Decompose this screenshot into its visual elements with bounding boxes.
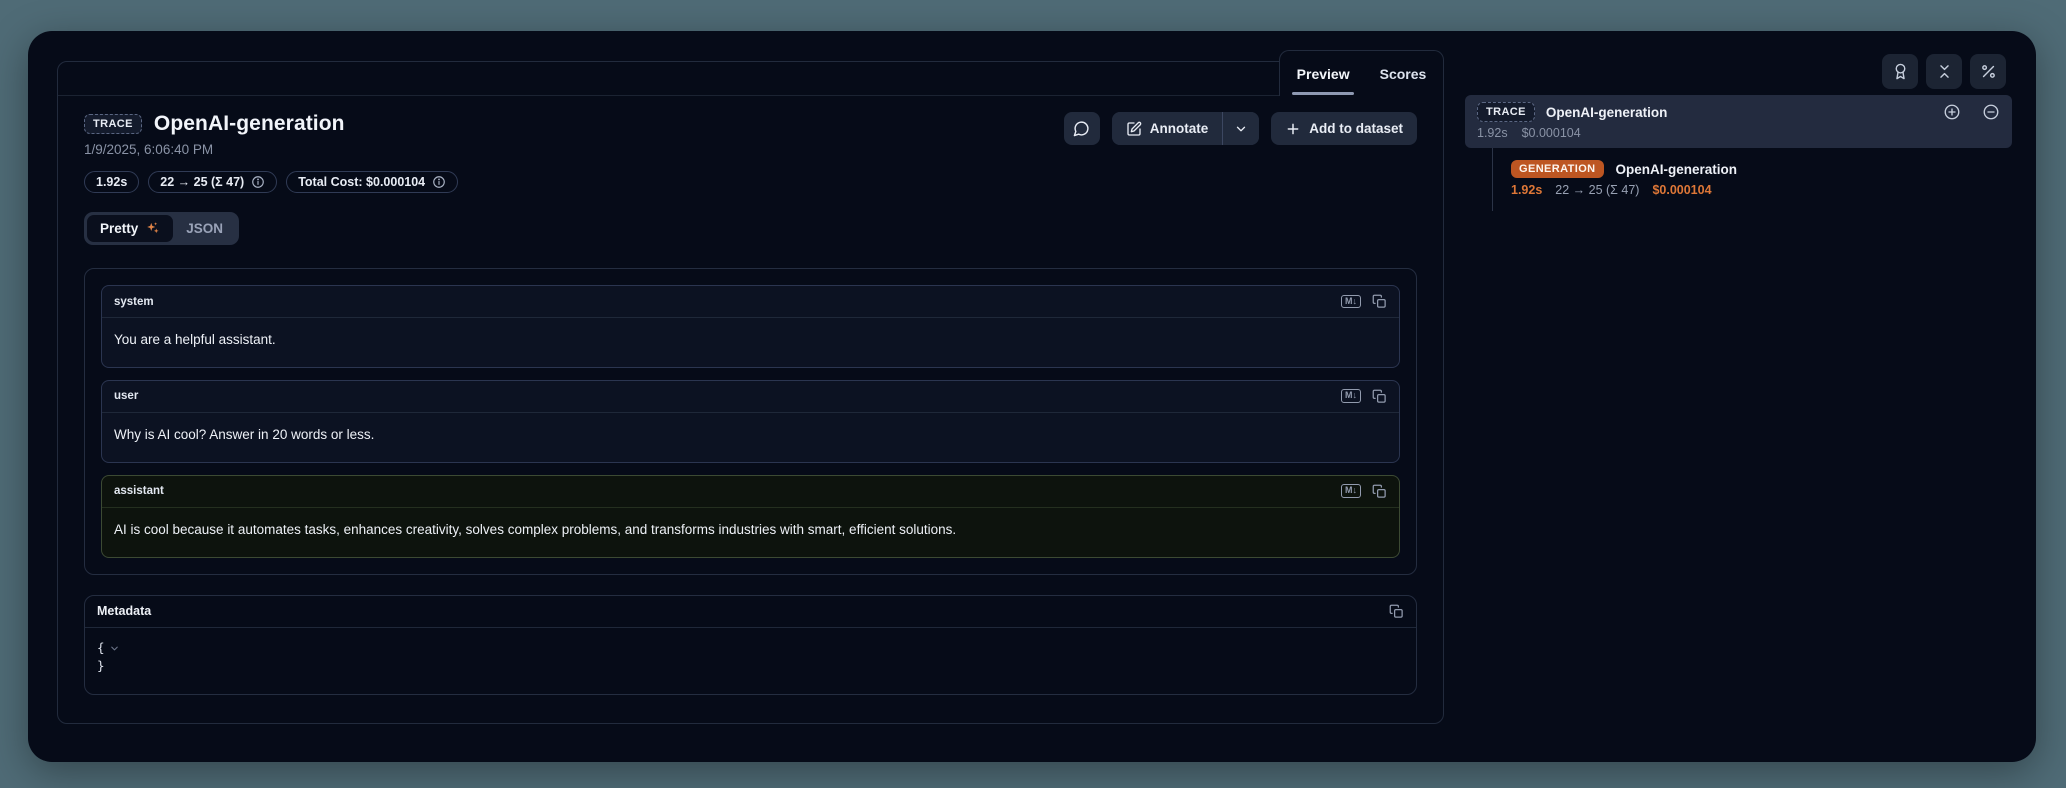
token-usage-badge: 22 → 25 (Σ 47) bbox=[148, 171, 277, 193]
tab-preview[interactable]: Preview bbox=[1297, 51, 1350, 96]
message-role-label: system bbox=[114, 296, 154, 308]
toggle-json[interactable]: JSON bbox=[173, 215, 236, 242]
trace-toolbar bbox=[1882, 54, 2006, 89]
total-cost-badge: Total Cost: $0.000104 bbox=[286, 171, 458, 193]
annotate-dropdown-button[interactable] bbox=[1223, 112, 1259, 145]
award-icon bbox=[1892, 63, 1909, 80]
show-percentages-button[interactable] bbox=[1970, 54, 2006, 89]
add-to-dataset-label: Add to dataset bbox=[1309, 121, 1403, 136]
pretty-label: Pretty bbox=[100, 221, 138, 236]
tree-node-metrics: 1.92s $0.000104 bbox=[1477, 126, 2000, 140]
trace-type-badge: TRACE bbox=[84, 114, 142, 134]
tree-node-name: OpenAI-generation bbox=[1546, 105, 1668, 120]
panel-header-separator bbox=[58, 62, 1443, 96]
markdown-toggle-icon[interactable]: M↓ bbox=[1341, 484, 1361, 498]
pretty-json-toggle: Pretty JSON bbox=[84, 212, 239, 245]
generation-type-badge: GENERATION bbox=[1511, 160, 1604, 178]
sparkles-icon bbox=[145, 221, 160, 236]
expand-all-icon[interactable] bbox=[1943, 103, 1961, 121]
comment-button[interactable] bbox=[1064, 112, 1100, 145]
preview-scores-tablist: Preview Scores bbox=[1279, 50, 1444, 96]
annotate-button[interactable]: Annotate bbox=[1112, 112, 1223, 145]
close-brace: } bbox=[97, 657, 1404, 676]
desktop-background: { "tabs": [ { "label": "Preview", "activ… bbox=[0, 0, 2066, 788]
message-panel-assistant: assistant M↓ AI is cool because it autom… bbox=[101, 475, 1400, 558]
toggle-pretty[interactable]: Pretty bbox=[87, 215, 173, 242]
trace-title-row: TRACE OpenAI-generation 1/9/2025, 6:06:4… bbox=[84, 112, 1417, 157]
metadata-title: Metadata bbox=[97, 604, 151, 618]
markdown-toggle-icon[interactable]: M↓ bbox=[1341, 389, 1361, 403]
info-icon[interactable] bbox=[432, 175, 446, 189]
tree-node-metrics: 1.92s 22 → 25 (Σ 47) $0.000104 bbox=[1511, 183, 2012, 197]
metadata-header: Metadata bbox=[85, 596, 1416, 628]
message-panel-system: system M↓ You are a helpful assistant. bbox=[101, 285, 1400, 368]
trace-title: OpenAI-generation bbox=[154, 112, 345, 136]
message-header: assistant M↓ bbox=[102, 476, 1399, 508]
tab-scores-label: Scores bbox=[1380, 66, 1427, 82]
tree-node-generation[interactable]: GENERATION OpenAI-generation 1.92s 22 → … bbox=[1511, 160, 2012, 197]
copy-icon[interactable] bbox=[1372, 389, 1387, 404]
total-cost-value: Total Cost: $0.000104 bbox=[298, 175, 425, 189]
message-role-label: assistant bbox=[114, 485, 164, 497]
tree-children: GENERATION OpenAI-generation 1.92s 22 → … bbox=[1492, 148, 2012, 211]
markdown-toggle-icon[interactable]: M↓ bbox=[1341, 295, 1361, 309]
message-header: user M↓ bbox=[102, 381, 1399, 413]
open-brace: { bbox=[97, 639, 105, 658]
expand-chevron-icon[interactable] bbox=[109, 643, 120, 654]
node-cost: $0.000104 bbox=[1652, 183, 1711, 197]
message-tools: M↓ bbox=[1341, 484, 1387, 499]
metadata-card: Metadata { } bbox=[84, 595, 1417, 696]
trace-detail-panel: Preview Scores TRACE OpenAI-generation 1… bbox=[57, 61, 1444, 724]
annotate-label: Annotate bbox=[1150, 121, 1209, 136]
message-panel-user: user M↓ Why is AI cool? Answer in 20 wor… bbox=[101, 380, 1400, 463]
add-to-dataset-button[interactable]: Add to dataset bbox=[1271, 112, 1417, 145]
message-header: system M↓ bbox=[102, 286, 1399, 318]
node-latency: 1.92s bbox=[1511, 183, 1542, 197]
trace-actions: Annotate Add to dataset bbox=[1064, 112, 1417, 145]
tab-scores[interactable]: Scores bbox=[1380, 51, 1427, 96]
info-icon[interactable] bbox=[251, 175, 265, 189]
trace-metrics-row: 1.92s 22 → 25 (Σ 47) Total Cost: $0.0001… bbox=[84, 171, 1417, 193]
tree-node-name: OpenAI-generation bbox=[1616, 162, 1738, 177]
copy-icon[interactable] bbox=[1372, 484, 1387, 499]
collapse-all-button[interactable] bbox=[1926, 54, 1962, 89]
node-cost: $0.000104 bbox=[1522, 126, 1581, 140]
message-content: Why is AI cool? Answer in 20 words or le… bbox=[102, 413, 1399, 462]
node-latency: 1.92s bbox=[1477, 126, 1508, 140]
app-window: Preview Scores TRACE OpenAI-generation 1… bbox=[28, 31, 2036, 762]
annotate-split-button: Annotate bbox=[1112, 112, 1260, 145]
message-content: AI is cool because it automates tasks, e… bbox=[102, 508, 1399, 557]
trace-tree-sidebar: TRACE OpenAI-generation 1.92s $0.000104 … bbox=[1465, 95, 2012, 211]
message-role-label: user bbox=[114, 390, 138, 402]
annotate-pencil-icon bbox=[1126, 121, 1142, 137]
trace-detail-content: TRACE OpenAI-generation 1/9/2025, 6:06:4… bbox=[58, 96, 1443, 695]
copy-icon[interactable] bbox=[1372, 294, 1387, 309]
plus-icon bbox=[1285, 121, 1301, 137]
copy-icon[interactable] bbox=[1389, 604, 1404, 619]
json-label: JSON bbox=[186, 221, 223, 236]
latency-value: 1.92s bbox=[96, 175, 127, 189]
tab-preview-label: Preview bbox=[1297, 66, 1350, 82]
active-tab-indicator bbox=[1292, 92, 1354, 96]
collapse-all-icon[interactable] bbox=[1982, 103, 2000, 121]
latency-badge: 1.92s bbox=[84, 171, 139, 193]
metadata-json-viewer: { } bbox=[85, 628, 1416, 695]
trace-type-badge: TRACE bbox=[1477, 102, 1535, 122]
tree-node-trace[interactable]: TRACE OpenAI-generation 1.92s $0.000104 bbox=[1465, 95, 2012, 148]
fold-vertical-icon bbox=[1936, 63, 1953, 80]
trace-timestamp: 1/9/2025, 6:06:40 PM bbox=[84, 142, 345, 157]
percent-icon bbox=[1980, 63, 1997, 80]
message-content: You are a helpful assistant. bbox=[102, 318, 1399, 367]
io-preview-card: system M↓ You are a helpful assistant. u… bbox=[84, 268, 1417, 575]
message-tools: M↓ bbox=[1341, 294, 1387, 309]
comment-icon bbox=[1073, 120, 1090, 137]
token-usage-value: 22 → 25 (Σ 47) bbox=[160, 175, 244, 189]
message-tools: M↓ bbox=[1341, 389, 1387, 404]
scores-award-button[interactable] bbox=[1882, 54, 1918, 89]
node-tokens: 22 → 25 (Σ 47) bbox=[1555, 183, 1639, 197]
chevron-down-icon bbox=[1234, 122, 1248, 136]
